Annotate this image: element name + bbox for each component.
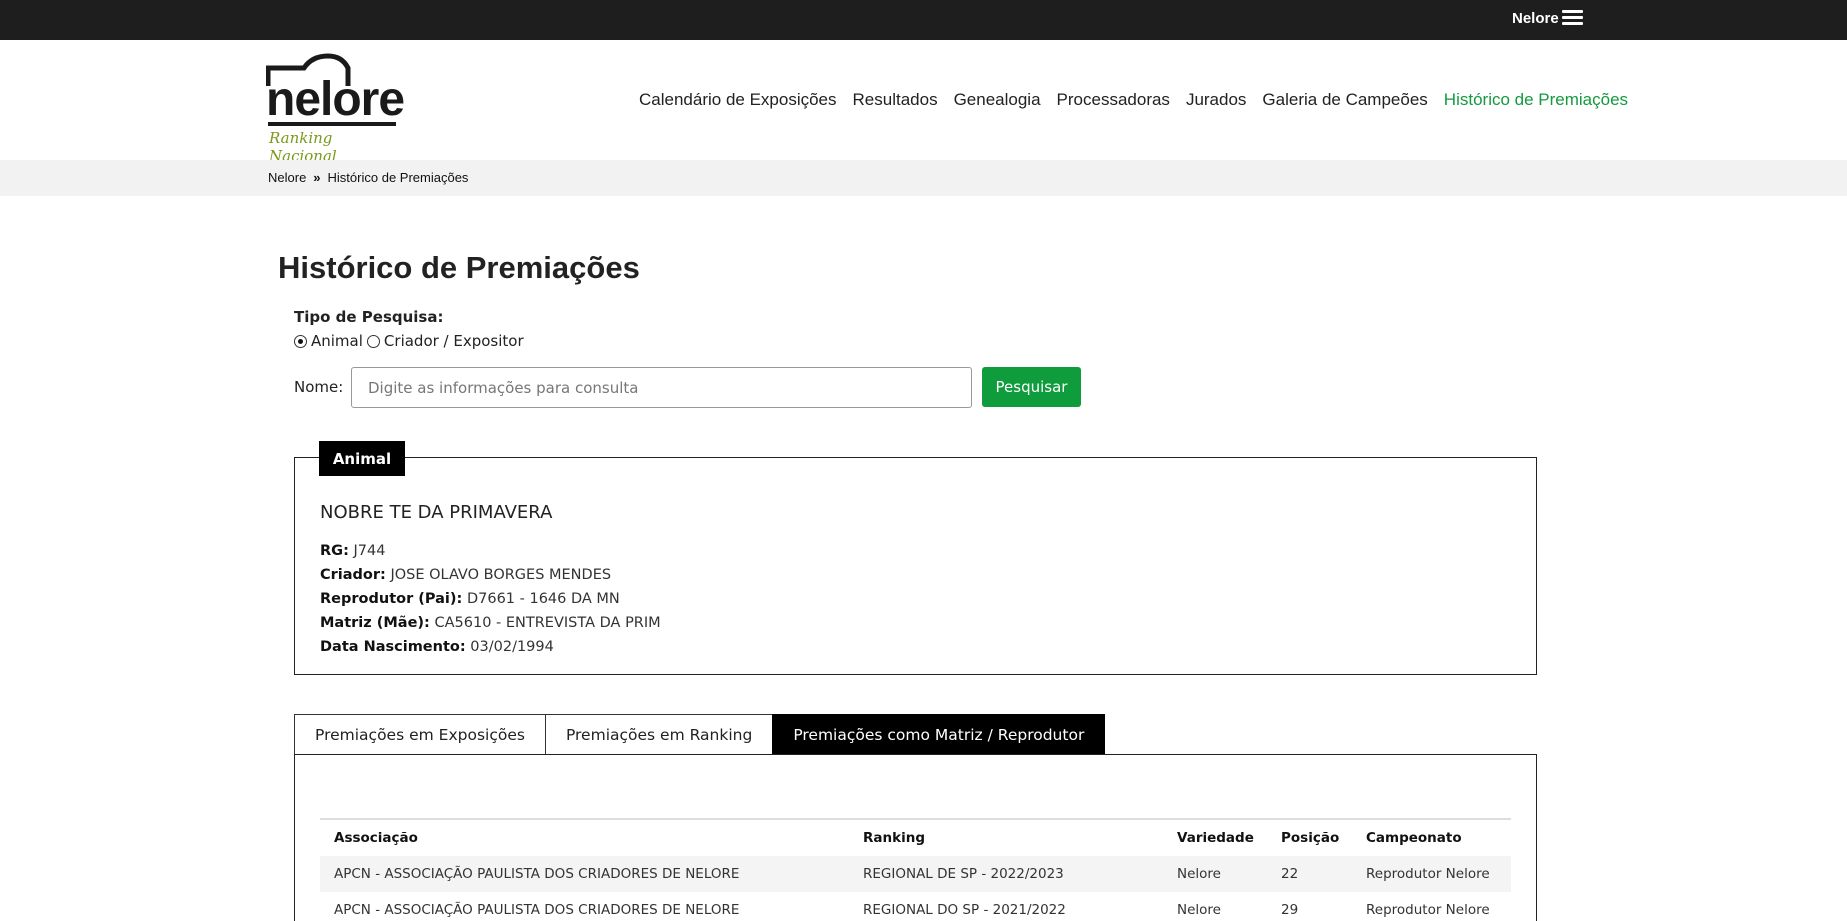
column-header[interactable]: Posição xyxy=(1267,830,1352,846)
nav-resultados[interactable]: Resultados xyxy=(853,90,938,110)
field-label: Matriz (Mãe): xyxy=(320,615,430,631)
table-cell: REGIONAL DE SP - 2022/2023 xyxy=(863,866,1064,882)
tab-premiacoes-exposicoes[interactable]: Premiações em Exposições xyxy=(294,714,545,755)
site-header: nelore Ranking Nacional Calendário de Ex… xyxy=(0,40,1847,165)
tab-premiacoes-matriz-reprodutor[interactable]: Premiações como Matriz / Reprodutor xyxy=(772,714,1106,755)
table-cell: 22 xyxy=(1281,866,1299,882)
field-label: Data Nascimento: xyxy=(320,639,466,655)
table-cell: APCN - ASSOCIAÇÃO PAULISTA DOS CRIADORES… xyxy=(334,866,740,882)
breadcrumb-current: Histórico de Premiações xyxy=(327,170,469,185)
table-cell: Nelore xyxy=(1177,902,1221,918)
hamburger-menu-icon[interactable] xyxy=(1562,10,1583,26)
nelore-logo[interactable]: nelore Ranking Nacional xyxy=(266,50,405,165)
field-value: D7661 - 1646 DA MN xyxy=(466,591,620,607)
field-value: CA5610 - ENTREVISTA DA PRIM xyxy=(434,615,661,631)
table-cell: Nelore xyxy=(1177,866,1221,882)
awards-table: Associação Ranking Variedade Posição Cam… xyxy=(320,818,1511,921)
column-header[interactable]: Variedade xyxy=(1163,830,1267,846)
column-header[interactable]: Ranking xyxy=(849,830,1163,846)
table-row: APCN - ASSOCIAÇÃO PAULISTA DOS CRIADORES… xyxy=(320,892,1511,921)
animal-field-nascimento: Data Nascimento: 03/02/1994 xyxy=(320,639,554,655)
topbar-brand[interactable]: Nelore xyxy=(1512,10,1559,27)
main-nav: Calendário de Exposições Resultados Gene… xyxy=(639,90,1628,110)
field-value: J744 xyxy=(353,543,386,559)
breadcrumb-home[interactable]: Nelore xyxy=(268,170,306,185)
double-chevron-right-icon: » xyxy=(313,170,321,185)
radio-animal-label: Animal xyxy=(311,332,363,350)
table-cell: 29 xyxy=(1281,902,1299,918)
table-row: APCN - ASSOCIAÇÃO PAULISTA DOS CRIADORES… xyxy=(320,856,1511,892)
name-search-input[interactable] xyxy=(351,367,972,408)
field-label: Criador: xyxy=(320,567,386,583)
radio-unchecked-icon[interactable] xyxy=(366,334,380,348)
table-cell: Reprodutor Nelore xyxy=(1366,902,1490,918)
radio-checked-icon[interactable] xyxy=(294,334,307,348)
column-header[interactable]: Associação xyxy=(320,830,849,846)
radio-criador-label: Criador / Expositor xyxy=(383,332,524,350)
radio-criador[interactable]: Criador / Expositor xyxy=(366,332,524,350)
breadcrumb-bar: Nelore » Histórico de Premiações xyxy=(0,160,1847,196)
nav-calendario[interactable]: Calendário de Exposições xyxy=(639,90,837,110)
table-cell: Reprodutor Nelore xyxy=(1366,866,1490,882)
animal-name: NOBRE TE DA PRIMAVERA xyxy=(320,502,553,523)
logo-word: nelore xyxy=(266,73,405,126)
field-label: RG: xyxy=(320,543,349,559)
table-header-row: Associação Ranking Variedade Posição Cam… xyxy=(320,820,1511,856)
nav-galeria[interactable]: Galeria de Campeões xyxy=(1262,90,1427,110)
results-tabs: Premiações em Exposições Premiações em R… xyxy=(294,714,1106,755)
nav-jurados[interactable]: Jurados xyxy=(1186,90,1246,110)
animal-legend: Animal xyxy=(319,441,405,476)
animal-field-rg: RG: J744 xyxy=(320,543,385,559)
name-label: Nome: xyxy=(294,378,344,396)
column-header[interactable]: Campeonato xyxy=(1352,830,1511,846)
logo-underline xyxy=(268,122,396,126)
radio-animal[interactable]: Animal xyxy=(294,332,363,350)
search-type-label: Tipo de Pesquisa: xyxy=(294,308,444,326)
search-type-radios: Animal Criador / Expositor xyxy=(294,332,528,350)
animal-field-pai: Reprodutor (Pai): D7661 - 1646 DA MN xyxy=(320,591,620,607)
nav-historico[interactable]: Histórico de Premiações xyxy=(1444,90,1628,110)
field-label: Reprodutor (Pai): xyxy=(320,591,463,607)
table-cell: REGIONAL DO SP - 2021/2022 xyxy=(863,902,1066,918)
animal-field-criador: Criador: JOSE OLAVO BORGES MENDES xyxy=(320,567,611,583)
page-title: Histórico de Premiações xyxy=(278,250,640,285)
tab-premiacoes-ranking[interactable]: Premiações em Ranking xyxy=(544,714,773,755)
breadcrumb: Nelore » Histórico de Premiações xyxy=(268,170,468,185)
search-button[interactable]: Pesquisar xyxy=(982,367,1081,407)
top-bar: Nelore xyxy=(0,0,1847,40)
table-cell: APCN - ASSOCIAÇÃO PAULISTA DOS CRIADORES… xyxy=(334,902,740,918)
animal-field-mae: Matriz (Mãe): CA5610 - ENTREVISTA DA PRI… xyxy=(320,615,661,631)
nav-processadoras[interactable]: Processadoras xyxy=(1057,90,1170,110)
nav-genealogia[interactable]: Genealogia xyxy=(954,90,1041,110)
field-value: JOSE OLAVO BORGES MENDES xyxy=(390,567,612,583)
field-value: 03/02/1994 xyxy=(470,639,554,655)
